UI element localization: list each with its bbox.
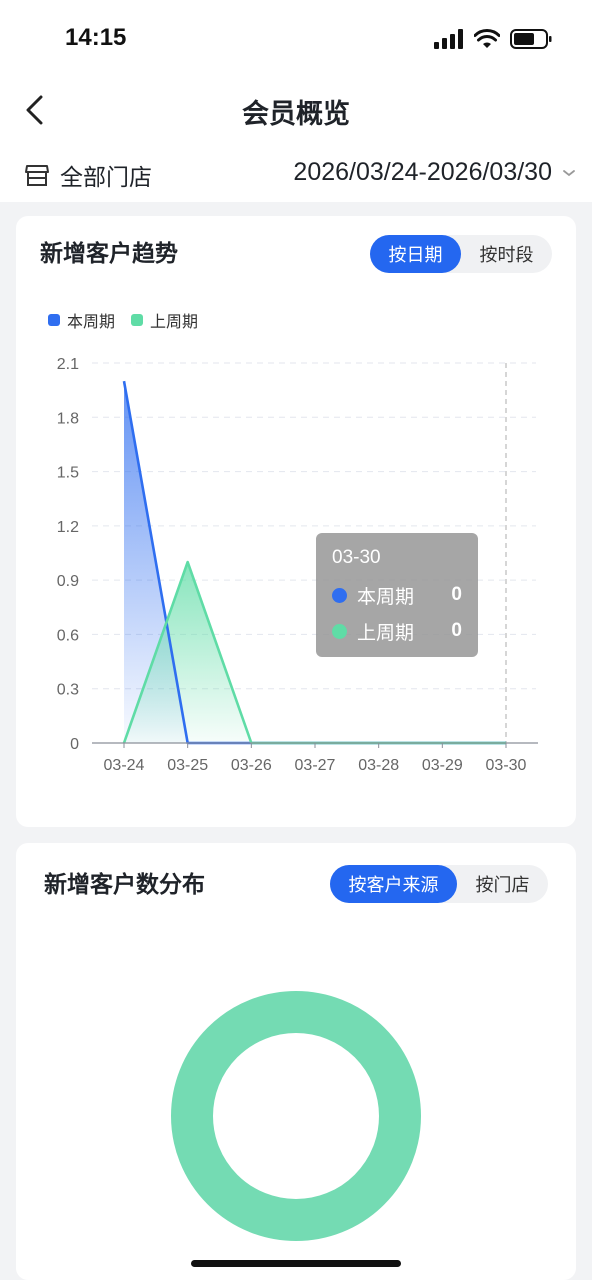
tooltip-value-previous: 0 — [451, 620, 462, 641]
chart-tooltip: 03-30 本周期 0 上周期 0 — [316, 533, 478, 657]
signal-icon — [434, 29, 464, 53]
chevron-down-icon — [563, 169, 575, 176]
date-range-selector[interactable]: 2026/03/24-2026/03/30 — [293, 158, 576, 187]
store-icon — [25, 165, 49, 186]
tooltip-row-previous: 上周期 0 — [332, 613, 462, 649]
x-tick-label: 03-25 — [167, 757, 208, 774]
tab-by-store[interactable]: 按门店 — [457, 865, 548, 903]
distribution-tab-group: 按客户来源 按门店 — [330, 865, 548, 903]
distribution-donut[interactable] — [171, 991, 421, 1241]
battery-icon — [510, 28, 552, 54]
tooltip-date: 03-30 — [332, 547, 381, 568]
y-tick-label: 1.2 — [57, 519, 79, 536]
tooltip-dot-previous — [332, 623, 347, 639]
wifi-icon — [473, 29, 501, 53]
x-tick-label: 03-24 — [104, 757, 145, 774]
distribution-card: 新增客户数分布 按客户来源 按门店 — [16, 843, 576, 1280]
date-range-label: 2026/03/24-2026/03/30 — [293, 158, 552, 186]
x-tick-label: 03-29 — [422, 757, 463, 774]
x-tick-label: 03-26 — [231, 757, 272, 774]
trend-card: 新增客户趋势 按日期 按时段 本周期 上周期 0 0.3 0.6 0.9 1.2 1.5 1… — [16, 216, 576, 827]
y-tick-label: 0.9 — [57, 573, 79, 590]
nav-bar: 会员概览 — [0, 80, 592, 144]
y-tick-label: 0.3 — [57, 682, 79, 699]
x-tick-label: 03-27 — [295, 757, 336, 774]
page-title: 会员概览 — [242, 99, 350, 130]
x-tick-label: 03-28 — [358, 757, 399, 774]
store-selector[interactable]: 全部门店 — [24, 158, 152, 192]
tooltip-dot-current — [332, 587, 347, 603]
tooltip-name-current: 本周期 — [357, 585, 415, 608]
y-tick-label: 1.8 — [57, 410, 79, 427]
status-icons — [434, 28, 552, 54]
tab-by-source[interactable]: 按客户来源 — [330, 865, 457, 903]
tooltip-name-previous: 上周期 — [357, 621, 415, 644]
y-tick-label: 2.1 — [57, 356, 79, 373]
distribution-title: 新增客户数分布 — [44, 872, 205, 898]
status-time: 14:15 — [65, 24, 127, 51]
donut-slice[interactable] — [171, 991, 421, 1241]
y-tick-label: 0.6 — [57, 627, 79, 644]
x-tick-label: 03-30 — [486, 757, 527, 774]
tooltip-row-current: 本周期 0 — [332, 577, 462, 613]
store-label: 全部门店 — [60, 165, 152, 191]
home-indicator — [191, 1260, 401, 1267]
trend-chart[interactable]: 0 0.3 0.6 0.9 1.2 1.5 1.8 2.1 03-24 03-25 03-26 03-… — [16, 216, 576, 827]
tooltip-value-current: 0 — [451, 584, 462, 605]
y-tick-label: 1.5 — [57, 465, 79, 482]
filter-bar: 全部门店 2026/03/24-2026/03/30 — [0, 144, 592, 202]
y-tick-label: 0 — [70, 736, 79, 753]
status-bar: 14:15 — [0, 0, 592, 80]
